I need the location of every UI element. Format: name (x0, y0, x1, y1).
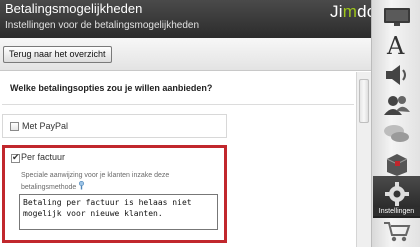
divider (2, 104, 354, 105)
font-icon: A (386, 32, 405, 58)
option-paypal[interactable]: Met PayPal (2, 114, 227, 138)
option-invoice[interactable]: Per factuur Speciale aanwijzing voor je … (2, 145, 227, 243)
paypal-checkbox[interactable] (10, 122, 19, 131)
cart-icon (384, 222, 411, 242)
speaker-icon (386, 65, 406, 85)
scrollbar[interactable] (356, 72, 371, 247)
sidebar-item-settings[interactable] (376, 180, 418, 208)
invoice-help-text: Speciale aanwijzing voor je klanten inza… (21, 172, 170, 191)
sidebar-item-members[interactable] (376, 91, 418, 119)
sidebar-item-fonts[interactable]: A (376, 31, 418, 59)
chat-icon (384, 125, 409, 142)
paypal-label[interactable]: Met PayPal (22, 121, 68, 131)
sidebar-item-cart[interactable] (376, 217, 418, 245)
sidebar-item-comments[interactable] (376, 120, 418, 148)
back-to-overview-button[interactable]: Terug naar het overzicht (3, 46, 112, 63)
active-item-label: Instellingen (373, 207, 420, 216)
sidebar-item-store[interactable] (376, 150, 418, 178)
invoice-checkbox[interactable] (11, 152, 20, 163)
page-title: Betalingsmogelijkheden (5, 1, 143, 16)
invoice-instruction-textarea[interactable]: Betaling per factuur is helaas niet moge… (19, 194, 218, 230)
invoice-label[interactable]: Per factuur (21, 152, 65, 162)
monitor-icon (384, 8, 410, 26)
sidebar-item-style[interactable] (376, 61, 418, 89)
info-icon[interactable] (78, 181, 85, 190)
users-icon (384, 96, 410, 115)
payment-options-question: Welke betalingsopties zou je willen aanb… (10, 83, 213, 93)
toolbar: Terug naar het overzicht (0, 38, 371, 71)
sidebar-item-layout[interactable] (376, 3, 418, 31)
settings-panel: Welke betalingsopties zou je willen aanb… (0, 72, 356, 247)
page-subtitle: Instellingen voor de betalingsmogelijkhe… (5, 20, 200, 31)
scrollbar-thumb[interactable] (359, 79, 369, 123)
jimdo-logo: Jimdo (330, 2, 377, 21)
app-header: Betalingsmogelijkheden Instellingen voor… (0, 0, 376, 38)
tool-sidebar: A Instellingen (371, 0, 420, 247)
settings-gear-icon (385, 182, 409, 206)
svg-text:A: A (386, 32, 405, 58)
package-icon (386, 154, 408, 176)
